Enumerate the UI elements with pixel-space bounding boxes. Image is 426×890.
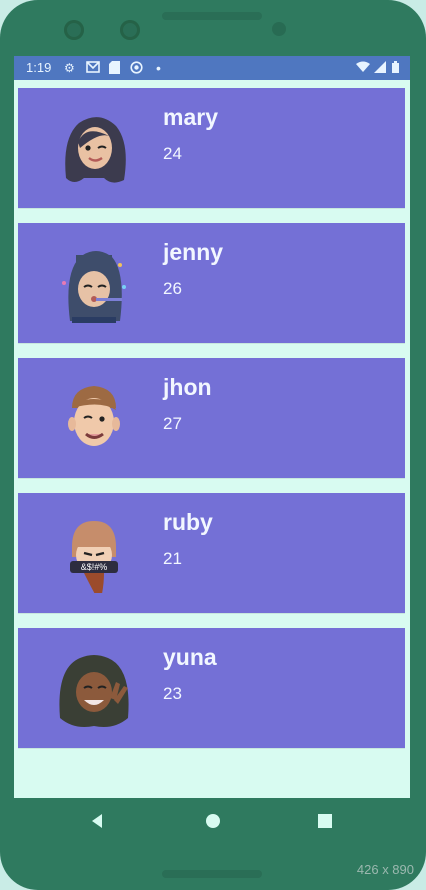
status-bar: 1:19 ⚙ • [14,56,410,80]
avatar-jenny [54,243,134,323]
signal-icon [374,61,386,76]
person-age: 27 [163,414,182,433]
list-item[interactable]: jenny 26 [18,223,405,343]
avatar-speech-text: &$!#% [81,562,108,572]
gear-icon: ⚙ [64,61,75,75]
phone-frame: 1:19 ⚙ • mary 24 jenny 26 jhon 27 &$!#% … [0,0,426,890]
person-age: 21 [163,549,182,568]
list-item[interactable]: mary 24 [18,88,405,208]
person-name: mary [163,104,218,130]
list-item[interactable]: &$!#% ruby 21 [18,493,405,613]
wifi-icon [356,61,370,76]
status-time: 1:19 [26,60,52,75]
person-age: 23 [163,684,182,703]
avatar-mary [54,108,134,188]
front-sensor [120,20,140,40]
front-camera [64,20,84,40]
nav-home-icon[interactable] [204,812,222,830]
sdcard-icon [109,61,120,77]
list-item[interactable]: yuna 23 [18,628,405,748]
system-nav-bar [14,798,410,844]
list-item[interactable]: jhon 27 [18,358,405,478]
avatar-jhon [54,378,134,458]
battery-icon [392,61,399,76]
nav-recents-icon[interactable] [316,812,334,830]
target-icon [130,61,143,77]
proximity-sensor [272,22,286,36]
person-age: 26 [163,279,182,298]
person-name: jenny [163,239,224,265]
person-age: 24 [163,144,182,163]
screen: 1:19 ⚙ • mary 24 jenny 26 jhon 27 &$!#% … [14,56,410,798]
avatar-yuna [54,648,134,728]
dimension-watermark: 426 x 890 [356,862,414,877]
avatar-ruby: &$!#% [54,513,134,603]
gmail-icon [86,61,100,76]
nav-back-icon[interactable] [88,812,106,830]
person-name: jhon [163,374,212,400]
bottom-bezel [162,870,262,878]
dot-icon: • [156,60,161,76]
earpiece-speaker [162,12,262,20]
top-bezel [0,0,426,56]
person-name: yuna [163,644,217,670]
person-name: ruby [163,509,213,535]
